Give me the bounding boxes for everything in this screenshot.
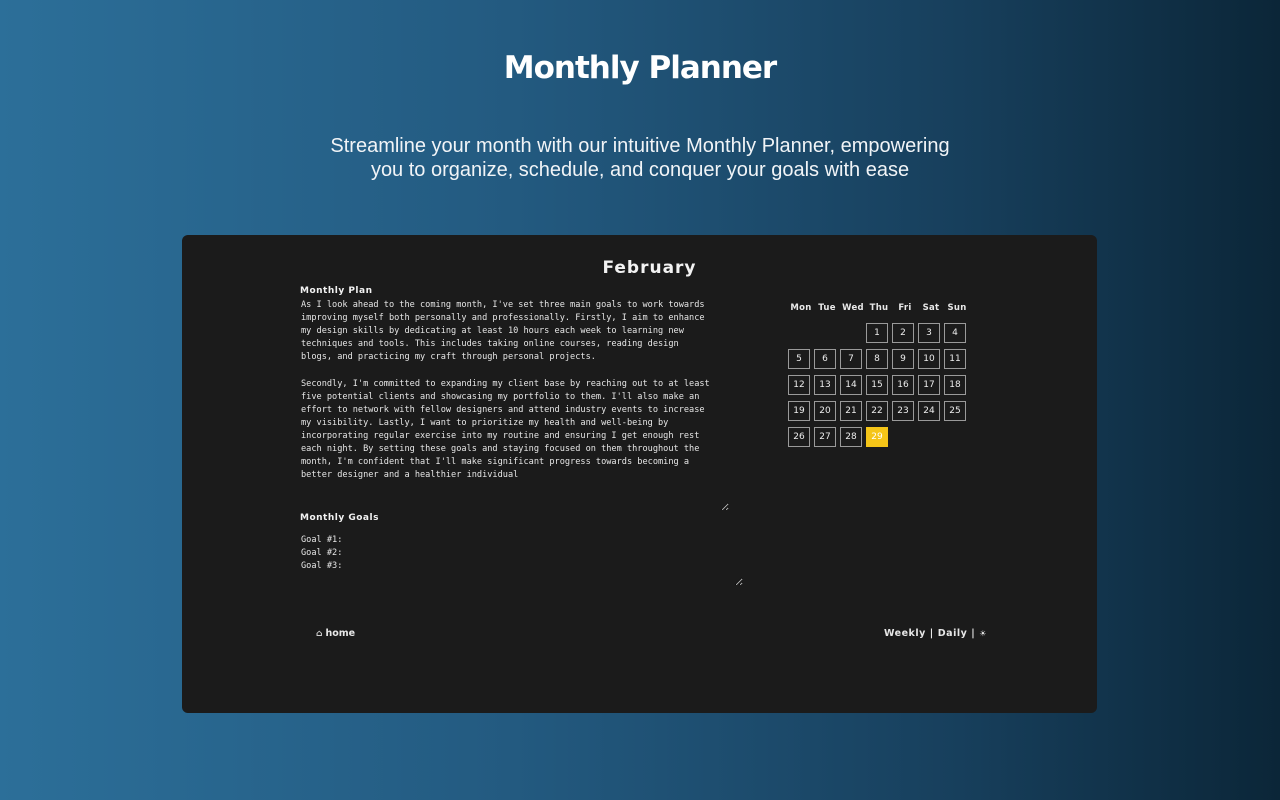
home-icon: ⌂ — [316, 628, 323, 639]
calendar-day[interactable]: 20 — [814, 401, 836, 421]
calendar-day[interactable]: 9 — [892, 349, 914, 369]
weekday-label: Tue — [818, 303, 836, 313]
view-links: Weekly | Daily | ☀ — [884, 628, 987, 639]
days-grid: 1 2 3 4 5 6 7 8 9 10 11 12 13 14 15 16 17 18 19 20 21 22 23 24 2… — [788, 323, 970, 447]
calendar-day[interactable]: 25 — [944, 401, 966, 421]
calendar-day[interactable]: 17 — [918, 375, 940, 395]
calendar-blank — [840, 323, 862, 343]
planner-card: February Monthly Plan Monthly Goals Mon … — [182, 235, 1097, 713]
calendar-day[interactable]: 6 — [814, 349, 836, 369]
calendar-day[interactable]: 16 — [892, 375, 914, 395]
weekday-label: Fri — [898, 303, 912, 313]
calendar: Mon Tue Wed Thu Fri Sat Sun 1 2 3 4 5 6 7 8 9 10 1… — [788, 303, 970, 447]
separator: | — [929, 628, 934, 639]
weekly-link[interactable]: Weekly — [884, 628, 926, 639]
calendar-day[interactable]: 19 — [788, 401, 810, 421]
calendar-day[interactable]: 5 — [788, 349, 810, 369]
separator: | — [971, 628, 976, 639]
calendar-blank — [814, 323, 836, 343]
calendar-day-today[interactable]: 29 — [866, 427, 888, 447]
calendar-day[interactable]: 12 — [788, 375, 810, 395]
weekday-label: Wed — [842, 303, 864, 313]
calendar-day[interactable]: 4 — [944, 323, 966, 343]
daily-link[interactable]: Daily — [938, 628, 968, 639]
calendar-day[interactable]: 8 — [866, 349, 888, 369]
calendar-day[interactable]: 22 — [866, 401, 888, 421]
calendar-day[interactable]: 28 — [840, 427, 862, 447]
calendar-day[interactable]: 23 — [892, 401, 914, 421]
calendar-day[interactable]: 24 — [918, 401, 940, 421]
calendar-day[interactable]: 27 — [814, 427, 836, 447]
calendar-day[interactable]: 18 — [944, 375, 966, 395]
monthly-plan-label: Monthly Plan — [300, 286, 373, 296]
calendar-day[interactable]: 13 — [814, 375, 836, 395]
weekday-label: Sat — [922, 303, 940, 313]
weekday-label: Thu — [869, 303, 889, 313]
page-subtitle: Streamline your month with our intuitive… — [330, 135, 950, 181]
calendar-day[interactable]: 21 — [840, 401, 862, 421]
calendar-day[interactable]: 3 — [918, 323, 940, 343]
calendar-day[interactable]: 11 — [944, 349, 966, 369]
calendar-day[interactable]: 15 — [866, 375, 888, 395]
page-title: Monthly Planner — [503, 50, 777, 86]
month-title: February — [602, 258, 697, 278]
sun-icon[interactable]: ☀ — [979, 629, 987, 638]
weekday-label: Mon — [790, 303, 812, 313]
home-link[interactable]: ⌂ home — [316, 628, 355, 639]
weekday-label: Sun — [947, 303, 967, 313]
home-link-label: home — [325, 628, 356, 639]
monthly-goals-label: Monthly Goals — [300, 513, 379, 523]
calendar-blank — [788, 323, 810, 343]
monthly-goals-textarea[interactable] — [301, 534, 743, 586]
calendar-day[interactable]: 7 — [840, 349, 862, 369]
calendar-day[interactable]: 1 — [866, 323, 888, 343]
weekday-header: Mon Tue Wed Thu Fri Sat Sun — [788, 303, 970, 313]
calendar-day[interactable]: 14 — [840, 375, 862, 395]
calendar-day[interactable]: 26 — [788, 427, 810, 447]
calendar-day[interactable]: 10 — [918, 349, 940, 369]
monthly-plan-textarea[interactable] — [301, 299, 729, 511]
calendar-day[interactable]: 2 — [892, 323, 914, 343]
